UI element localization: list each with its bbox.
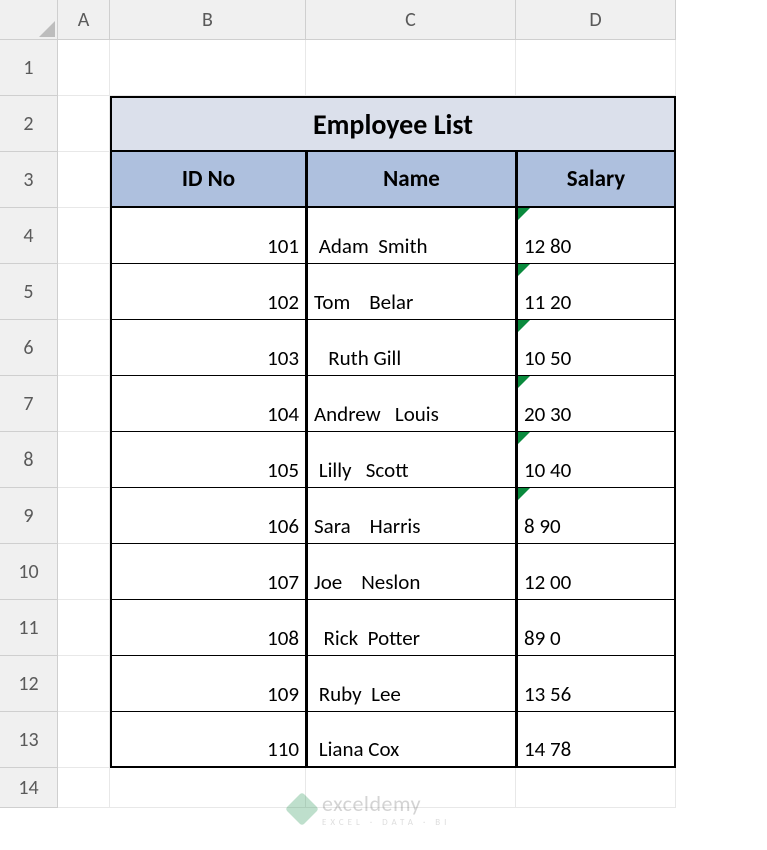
cell-name-row-5[interactable]: Tom Belar bbox=[306, 264, 516, 320]
cell-A4[interactable] bbox=[58, 208, 110, 264]
cell-salary-row-10[interactable]: 12 00 bbox=[516, 544, 676, 600]
watermark-subtitle: EXCEL · DATA · BI bbox=[322, 817, 450, 828]
row-header-13[interactable]: 13 bbox=[0, 712, 58, 768]
column-header-D[interactable]: D bbox=[516, 0, 676, 40]
row-header-1[interactable]: 1 bbox=[0, 40, 58, 96]
row-header-12[interactable]: 12 bbox=[0, 656, 58, 712]
cell-salary-row-12[interactable]: 13 56 bbox=[516, 656, 676, 712]
row-header-7[interactable]: 7 bbox=[0, 376, 58, 432]
cell-B14[interactable] bbox=[110, 768, 306, 808]
row-header-3[interactable]: 3 bbox=[0, 152, 58, 208]
cell-D1[interactable] bbox=[516, 40, 676, 96]
cell-salary-row-9[interactable]: 8 90 bbox=[516, 488, 676, 544]
cell-name-row-6[interactable]: Ruth Gill bbox=[306, 320, 516, 376]
cell-id-109[interactable]: 109 bbox=[110, 656, 306, 712]
cell-name-row-12[interactable]: Ruby Lee bbox=[306, 656, 516, 712]
table-header-name[interactable]: Name bbox=[306, 152, 516, 208]
row-header-14[interactable]: 14 bbox=[0, 768, 58, 808]
table-header-salary[interactable]: Salary bbox=[516, 152, 676, 208]
cell-A14[interactable] bbox=[58, 768, 110, 808]
cell-name-row-11[interactable]: Rick Potter bbox=[306, 600, 516, 656]
table-title[interactable]: Employee List bbox=[110, 96, 676, 152]
row-header-9[interactable]: 9 bbox=[0, 488, 58, 544]
cell-id-110[interactable]: 110 bbox=[110, 712, 306, 768]
cell-A5[interactable] bbox=[58, 264, 110, 320]
column-header-B[interactable]: B bbox=[110, 0, 306, 40]
cell-A10[interactable] bbox=[58, 544, 110, 600]
cell-id-104[interactable]: 104 bbox=[110, 376, 306, 432]
row-header-2[interactable]: 2 bbox=[0, 96, 58, 152]
cell-A8[interactable] bbox=[58, 432, 110, 488]
cell-B1[interactable] bbox=[110, 40, 306, 96]
cell-id-105[interactable]: 105 bbox=[110, 432, 306, 488]
row-header-10[interactable]: 10 bbox=[0, 544, 58, 600]
cell-id-106[interactable]: 106 bbox=[110, 488, 306, 544]
select-all-corner[interactable] bbox=[0, 0, 58, 40]
cell-name-row-7[interactable]: Andrew Louis bbox=[306, 376, 516, 432]
cell-id-102[interactable]: 102 bbox=[110, 264, 306, 320]
row-header-6[interactable]: 6 bbox=[0, 320, 58, 376]
cell-A11[interactable] bbox=[58, 600, 110, 656]
row-header-5[interactable]: 5 bbox=[0, 264, 58, 320]
cell-A2[interactable] bbox=[58, 96, 110, 152]
cell-salary-row-6[interactable]: 10 50 bbox=[516, 320, 676, 376]
cell-id-108[interactable]: 108 bbox=[110, 600, 306, 656]
cell-name-row-9[interactable]: Sara Harris bbox=[306, 488, 516, 544]
cell-salary-row-8[interactable]: 10 40 bbox=[516, 432, 676, 488]
cell-A13[interactable] bbox=[58, 712, 110, 768]
cell-id-107[interactable]: 107 bbox=[110, 544, 306, 600]
row-header-11[interactable]: 11 bbox=[0, 600, 58, 656]
table-header-id[interactable]: ID No bbox=[110, 152, 306, 208]
cell-salary-row-13[interactable]: 14 78 bbox=[516, 712, 676, 768]
row-header-4[interactable]: 4 bbox=[0, 208, 58, 264]
cell-name-row-10[interactable]: Joe Neslon bbox=[306, 544, 516, 600]
cell-A7[interactable] bbox=[58, 376, 110, 432]
cell-A12[interactable] bbox=[58, 656, 110, 712]
cell-salary-row-5[interactable]: 11 20 bbox=[516, 264, 676, 320]
cell-name-row-8[interactable]: Lilly Scott bbox=[306, 432, 516, 488]
cell-A1[interactable] bbox=[58, 40, 110, 96]
cell-salary-row-7[interactable]: 20 30 bbox=[516, 376, 676, 432]
cell-id-101[interactable]: 101 bbox=[110, 208, 306, 264]
cell-D14[interactable] bbox=[516, 768, 676, 808]
column-header-A[interactable]: A bbox=[58, 0, 110, 40]
cell-A3[interactable] bbox=[58, 152, 110, 208]
column-header-C[interactable]: C bbox=[306, 0, 516, 40]
cell-name-row-4[interactable]: Adam Smith bbox=[306, 208, 516, 264]
cell-C1[interactable] bbox=[306, 40, 516, 96]
cell-salary-row-11[interactable]: 89 0 bbox=[516, 600, 676, 656]
cell-id-103[interactable]: 103 bbox=[110, 320, 306, 376]
cell-name-row-13[interactable]: Liana Cox bbox=[306, 712, 516, 768]
row-header-8[interactable]: 8 bbox=[0, 432, 58, 488]
cell-A9[interactable] bbox=[58, 488, 110, 544]
cell-salary-row-4[interactable]: 12 80 bbox=[516, 208, 676, 264]
cell-C14[interactable] bbox=[306, 768, 516, 808]
cell-A6[interactable] bbox=[58, 320, 110, 376]
